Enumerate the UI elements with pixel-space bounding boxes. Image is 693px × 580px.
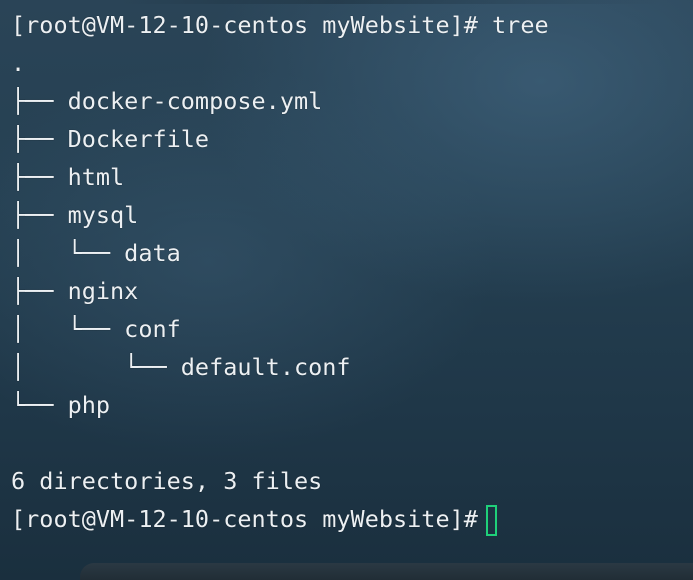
command-line: [root@VM-12-10-centos myWebsite]# tree [11,11,549,39]
tree-summary: 6 directories, 3 files [11,467,323,495]
tree-entry: │ └── data [11,239,181,267]
tree-entry: │ └── conf [11,315,181,343]
scroll-shadow [120,0,660,4]
tree-entry: │ └── default.conf [11,353,351,381]
tree-entry: ├── mysql [11,201,139,229]
tree-entry: ├── Dockerfile [11,125,210,153]
tree-root: . [11,49,26,77]
tree-entry: └── php [11,391,111,419]
tree-entry: ├── docker-compose.yml [11,87,323,115]
text-cursor [486,505,497,536]
taskbar-edge [80,563,693,580]
tree-entry: ├── nginx [11,277,139,305]
tree-entry: ├── html [11,163,125,191]
prompt-line[interactable]: [root@VM-12-10-centos myWebsite]# [11,500,492,538]
terminal-window[interactable]: [root@VM-12-10-centos myWebsite]# tree .… [0,0,693,580]
